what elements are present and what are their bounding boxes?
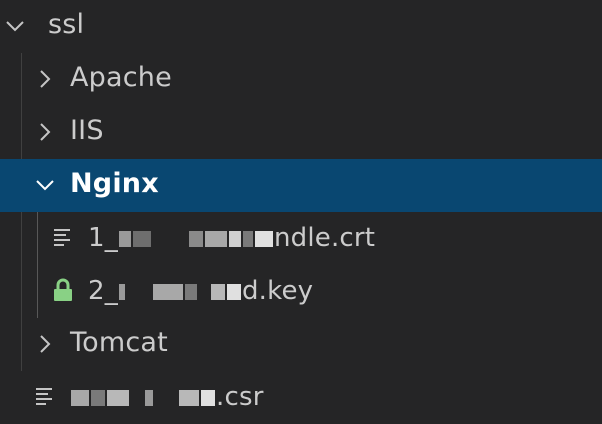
redacted-text bbox=[118, 230, 131, 247]
file-name-suffix: .csr bbox=[216, 382, 264, 412]
redacted-text bbox=[184, 283, 197, 300]
chevron-down-icon[interactable] bbox=[4, 15, 26, 37]
redacted-text bbox=[228, 230, 241, 247]
file-label: 2_ d.key bbox=[88, 276, 313, 306]
redacted-text bbox=[204, 230, 227, 247]
lines-file-icon bbox=[34, 385, 56, 407]
redacted-text bbox=[179, 389, 199, 406]
folder-label: Nginx bbox=[70, 168, 159, 199]
folder-iis[interactable]: IIS bbox=[0, 106, 602, 159]
redacted-text bbox=[91, 389, 105, 406]
lock-icon bbox=[52, 278, 74, 301]
lines-file-icon bbox=[52, 226, 74, 248]
redacted-text bbox=[107, 389, 129, 406]
chevron-right-icon[interactable] bbox=[34, 68, 56, 90]
redacted-text bbox=[210, 283, 225, 300]
file-crt[interactable]: 1_ ndle.crt bbox=[0, 212, 602, 265]
folder-ssl[interactable]: ssl bbox=[0, 0, 602, 53]
file-name-prefix: 2_ bbox=[88, 276, 118, 306]
redacted-text bbox=[226, 283, 241, 300]
file-label: .csr bbox=[70, 382, 264, 412]
file-key[interactable]: 2_ d.key bbox=[0, 265, 602, 318]
chevron-right-icon[interactable] bbox=[34, 333, 56, 355]
chevron-right-icon[interactable] bbox=[34, 121, 56, 143]
file-csr[interactable]: .csr bbox=[0, 371, 602, 424]
folder-tomcat[interactable]: Tomcat bbox=[0, 318, 602, 371]
file-explorer-tree: ssl Apache IIS Nginx 1_ ndle.crt 2_ d.ke… bbox=[0, 0, 602, 424]
chevron-down-icon[interactable] bbox=[34, 174, 56, 196]
folder-nginx[interactable]: Nginx bbox=[0, 159, 602, 212]
folder-label: IIS bbox=[70, 115, 104, 146]
redacted-text bbox=[132, 230, 151, 247]
redacted-text bbox=[254, 230, 273, 247]
folder-apache[interactable]: Apache bbox=[0, 53, 602, 106]
redacted-text bbox=[188, 230, 203, 247]
redacted-text bbox=[118, 283, 125, 300]
file-name-suffix: d.key bbox=[241, 276, 314, 306]
redacted-text bbox=[71, 389, 89, 406]
folder-label: Tomcat bbox=[70, 327, 168, 358]
folder-label: Apache bbox=[70, 62, 172, 93]
redacted-text bbox=[145, 389, 153, 406]
redacted-text bbox=[152, 283, 183, 300]
redacted-text bbox=[242, 230, 253, 247]
file-name-prefix: 1_ bbox=[88, 223, 118, 253]
folder-label: ssl bbox=[48, 9, 85, 40]
file-name-suffix: ndle.crt bbox=[273, 223, 376, 253]
redacted-text bbox=[201, 389, 215, 406]
file-label: 1_ ndle.crt bbox=[88, 223, 375, 253]
